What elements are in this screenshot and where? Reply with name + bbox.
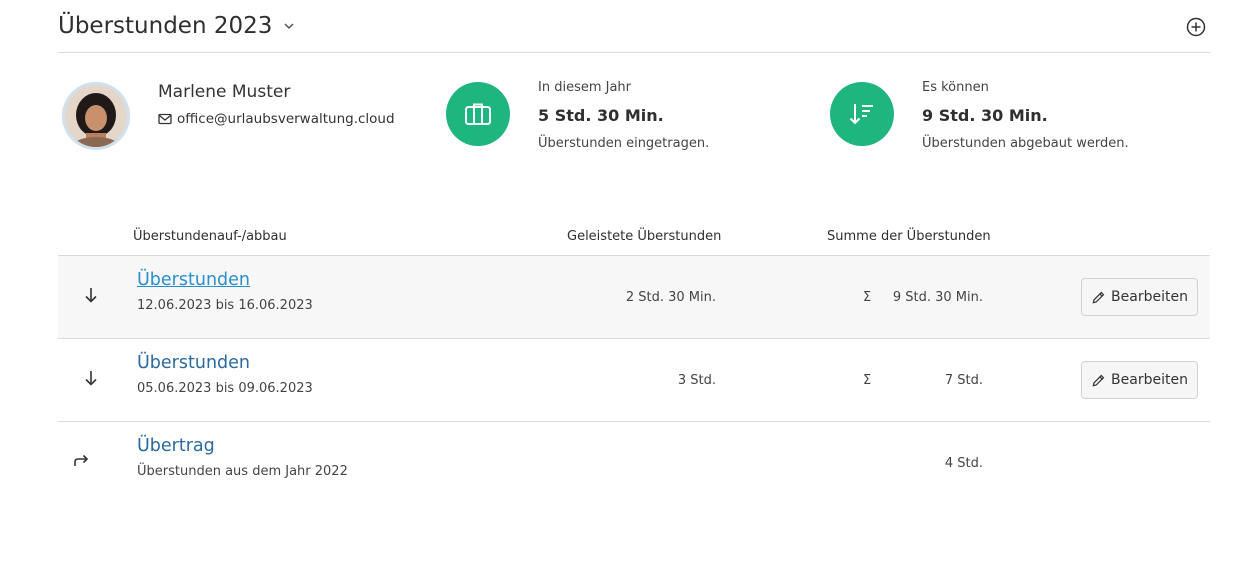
briefcase-icon bbox=[465, 103, 491, 125]
person-name: Marlene Muster bbox=[158, 82, 291, 102]
arrow-down-icon bbox=[85, 288, 97, 303]
add-overtime-button[interactable] bbox=[1186, 17, 1206, 37]
table-row: Überstunden 12.06.2023 bis 16.06.2023 2 … bbox=[58, 256, 1210, 339]
stat-year-desc: Überstunden eingetragen. bbox=[538, 136, 710, 151]
stat-reducible-desc: Überstunden abgebaut werden. bbox=[922, 136, 1129, 151]
sigma-symbol: Σ bbox=[863, 290, 872, 305]
year-selector[interactable]: Überstunden 2023 bbox=[58, 13, 296, 39]
table-row: Überstunden 05.06.2023 bis 09.06.2023 3 … bbox=[58, 339, 1210, 422]
carryover-link[interactable]: Übertrag bbox=[137, 436, 215, 456]
overtime-link[interactable]: Überstunden bbox=[137, 270, 250, 290]
briefcase-icon-circle bbox=[446, 82, 510, 146]
sum-hours: 9 Std. 30 Min. bbox=[892, 290, 983, 305]
table-row: Übertrag Überstunden aus dem Jahr 2022 4… bbox=[58, 422, 1210, 505]
chevron-down-icon bbox=[284, 23, 294, 30]
overtime-date-range: 05.06.2023 bis 09.06.2023 bbox=[137, 381, 313, 396]
carryover-desc: Überstunden aus dem Jahr 2022 bbox=[137, 464, 348, 479]
avatar bbox=[62, 82, 130, 150]
worked-hours: 2 Std. 30 Min. bbox=[625, 290, 716, 305]
overtime-date-range: 12.06.2023 bis 16.06.2023 bbox=[137, 298, 313, 313]
sigma-symbol: Σ bbox=[863, 373, 872, 388]
page-header: Überstunden 2023 bbox=[58, 0, 1210, 53]
person-email: office@urlaubsverwaltung.cloud bbox=[158, 111, 395, 127]
page-title: Überstunden 2023 bbox=[58, 13, 273, 39]
column-worked: Geleistete Überstunden bbox=[567, 229, 722, 244]
arrow-down-icon bbox=[85, 371, 97, 386]
sum-hours: 7 Std. bbox=[944, 373, 983, 388]
pencil-icon bbox=[1092, 374, 1105, 386]
sum-hours: 4 Std. bbox=[944, 456, 983, 471]
stat-reducible-value: 9 Std. 30 Min. bbox=[922, 106, 1048, 125]
overtime-link[interactable]: Überstunden bbox=[137, 353, 250, 373]
stat-year-value: 5 Std. 30 Min. bbox=[538, 106, 664, 125]
forward-arrow-icon bbox=[74, 454, 89, 466]
mail-icon bbox=[158, 113, 172, 125]
stat-year-label: In diesem Jahr bbox=[538, 80, 632, 95]
pencil-icon bbox=[1092, 291, 1105, 303]
worked-hours: 3 Std. bbox=[677, 373, 716, 388]
sort-down-icon bbox=[849, 104, 873, 125]
edit-button[interactable]: Bearbeiten bbox=[1081, 278, 1198, 316]
sort-down-icon-circle bbox=[830, 82, 894, 146]
column-sum: Summe der Überstunden bbox=[827, 229, 991, 244]
stat-reducible-label: Es können bbox=[922, 80, 989, 95]
column-type: Überstundenauf-/abbau bbox=[133, 229, 287, 244]
edit-button[interactable]: Bearbeiten bbox=[1081, 361, 1198, 399]
table-header: Überstundenauf-/abbau Geleistete Überstu… bbox=[58, 220, 1210, 256]
